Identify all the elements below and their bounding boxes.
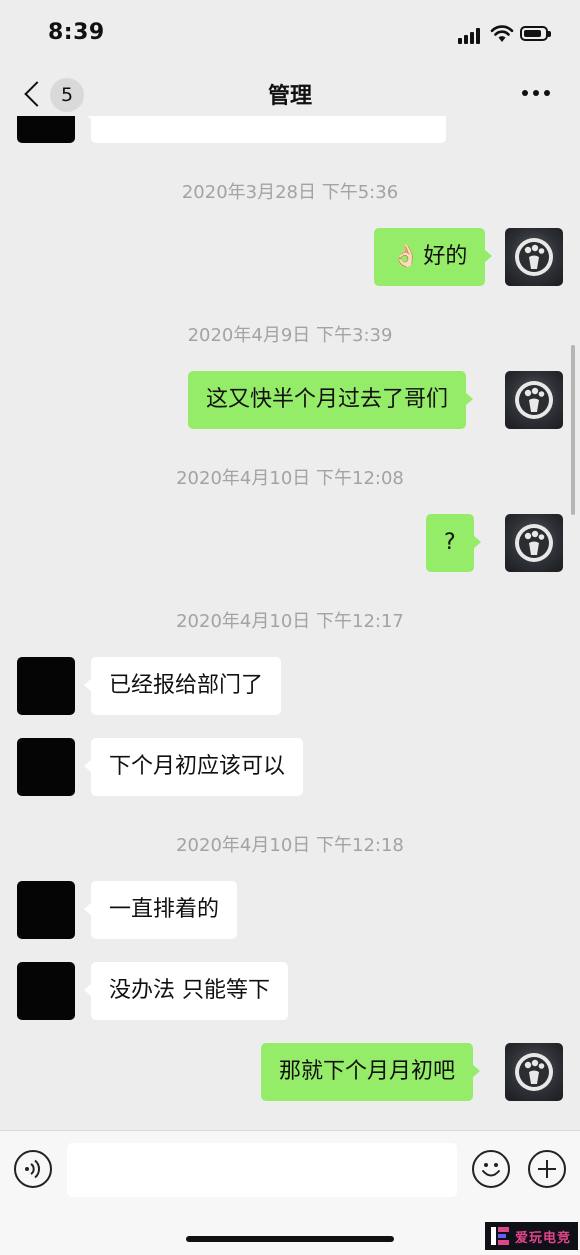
contact-avatar[interactable] — [17, 657, 75, 715]
message-bubble-received[interactable]: 一直排着的 — [83, 881, 238, 939]
scrollbar[interactable] — [571, 345, 575, 515]
message-bubble-received[interactable]: 没办法 只能等下 — [84, 962, 288, 1020]
message-timestamp: 2020年4月10日 下午12:18 — [176, 835, 404, 856]
cellular-signal-icon — [458, 28, 484, 44]
contact-avatar[interactable] — [17, 881, 75, 939]
contact-avatar[interactable] — [17, 738, 75, 796]
message-bubble-received[interactable]: 已经报给部门了 — [83, 657, 282, 715]
voice-input-button[interactable] — [14, 1150, 52, 1188]
message-timestamp: 2020年3月28日 下午5:36 — [181, 182, 399, 203]
message-list[interactable]: 2020年3月28日 下午5:36 👌🏻 好的 2020年4月9日 下午3:39 … — [0, 116, 580, 1130]
message-bubble-received-partial[interactable] — [84, 116, 446, 143]
contact-avatar[interactable] — [17, 962, 75, 1020]
status-bar: 8:39 — [0, 0, 580, 70]
message-bubble-sent[interactable]: ? — [426, 514, 481, 572]
chat-title: 管理 — [267, 84, 312, 109]
my-avatar[interactable] — [505, 371, 563, 429]
message-text: ? — [444, 530, 456, 555]
team-logo-icon — [515, 238, 553, 276]
message-bubble-sent[interactable]: 那就下个月月初吧 — [261, 1043, 481, 1101]
message-bubble-sent[interactable]: 这又快半个月过去了哥们 — [188, 371, 474, 429]
my-avatar[interactable] — [505, 514, 563, 572]
watermark-text: 爱玩电竞 — [515, 1230, 572, 1246]
message-timestamp: 2020年4月10日 下午12:08 — [176, 468, 404, 489]
chat-nav-bar: 5 管理 — [0, 70, 580, 116]
contact-avatar[interactable] — [17, 116, 75, 143]
message-timestamp: 2020年4月10日 下午12:17 — [176, 611, 404, 632]
wifi-icon — [490, 24, 514, 44]
message-text: 这又快半个月过去了哥们 — [206, 387, 449, 412]
my-avatar[interactable] — [505, 228, 563, 286]
watermark: 爱玩电竞 — [485, 1222, 578, 1250]
message-text: 已经报给部门了 — [109, 673, 264, 698]
team-logo-icon — [515, 524, 553, 562]
message-text: 没办法 只能等下 — [109, 978, 270, 1003]
my-avatar[interactable] — [505, 1043, 563, 1101]
team-logo-icon — [515, 381, 553, 419]
message-text: 好的 — [423, 244, 468, 269]
emoji-button[interactable] — [472, 1150, 510, 1188]
team-logo-icon — [515, 1053, 553, 1091]
message-timestamp: 2020年4月9日 下午3:39 — [187, 325, 393, 346]
status-time: 8:39 — [48, 20, 105, 45]
message-text: 一直排着的 — [109, 897, 220, 922]
watermark-logo-icon — [489, 1225, 511, 1247]
message-input[interactable] — [67, 1143, 457, 1197]
message-text: 下个月初应该可以 — [109, 754, 286, 779]
message-bubble-sent[interactable]: 👌🏻 好的 — [374, 228, 493, 286]
battery-icon — [520, 26, 551, 41]
voice-icon — [25, 1159, 41, 1179]
home-indicator[interactable] — [186, 1236, 394, 1242]
more-options-button[interactable] — [522, 90, 552, 98]
message-text: 那就下个月月初吧 — [279, 1059, 456, 1084]
ok-hand-emoji: 👌🏻 — [392, 244, 420, 269]
more-functions-button[interactable] — [528, 1150, 566, 1188]
message-bubble-received[interactable]: 下个月初应该可以 — [83, 738, 304, 796]
smiley-icon — [482, 1163, 500, 1177]
